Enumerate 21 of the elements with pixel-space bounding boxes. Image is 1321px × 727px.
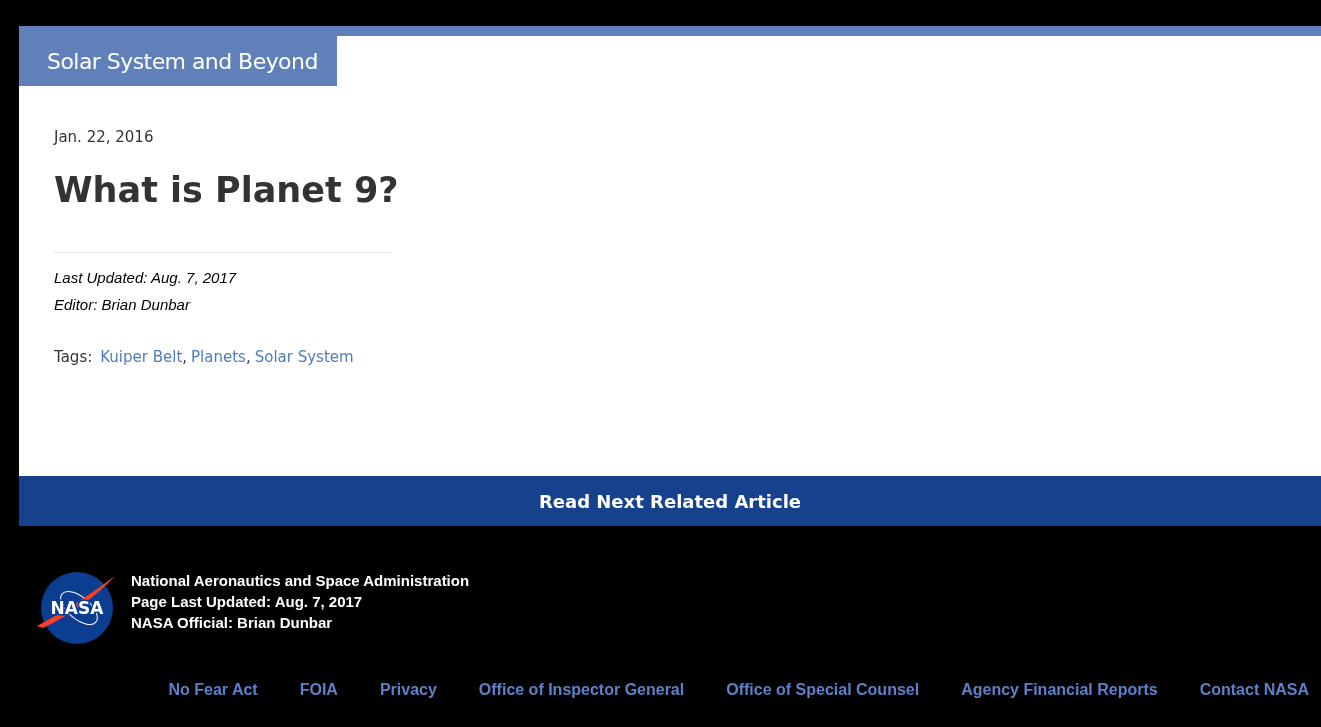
- footer-link[interactable]: Privacy: [379, 678, 437, 702]
- article-title: What is Planet 9?: [54, 168, 399, 212]
- footer-info-text: National Aeronautics and Space Administration: [131, 570, 470, 591]
- tag-separator: ,: [182, 347, 188, 369]
- footer-link[interactable]: No Fear Act: [168, 678, 258, 702]
- footer-info-text: Page Last Updated: Aug. 7, 2017: [131, 591, 364, 612]
- footer-link[interactable]: Agency Financial Reports: [961, 678, 1158, 702]
- article-date: Jan. 22, 2016: [54, 127, 154, 148]
- editor-text: Editor: Brian Dunbar: [54, 294, 190, 315]
- footer-link[interactable]: Contact NASA: [1199, 678, 1309, 702]
- tag-link[interactable]: Kuiper Belt: [100, 346, 183, 369]
- tag-link[interactable]: Solar System: [254, 346, 354, 369]
- read-next-button[interactable]: Read Next Related Article: [19, 476, 1321, 526]
- footer-link[interactable]: FOIA: [299, 678, 338, 702]
- tag-link[interactable]: Planets: [191, 346, 246, 369]
- tag-separator: ,: [245, 347, 251, 369]
- footer-link[interactable]: Office of Special Counsel: [726, 678, 920, 702]
- footer-link[interactable]: Office of Inspector General: [478, 678, 685, 702]
- last-updated-text: Last Updated: Aug. 7, 2017: [54, 268, 237, 289]
- footer-info-text: NASA Official: Brian Dunbar: [131, 612, 334, 633]
- tags-label: Tags:: [54, 347, 93, 369]
